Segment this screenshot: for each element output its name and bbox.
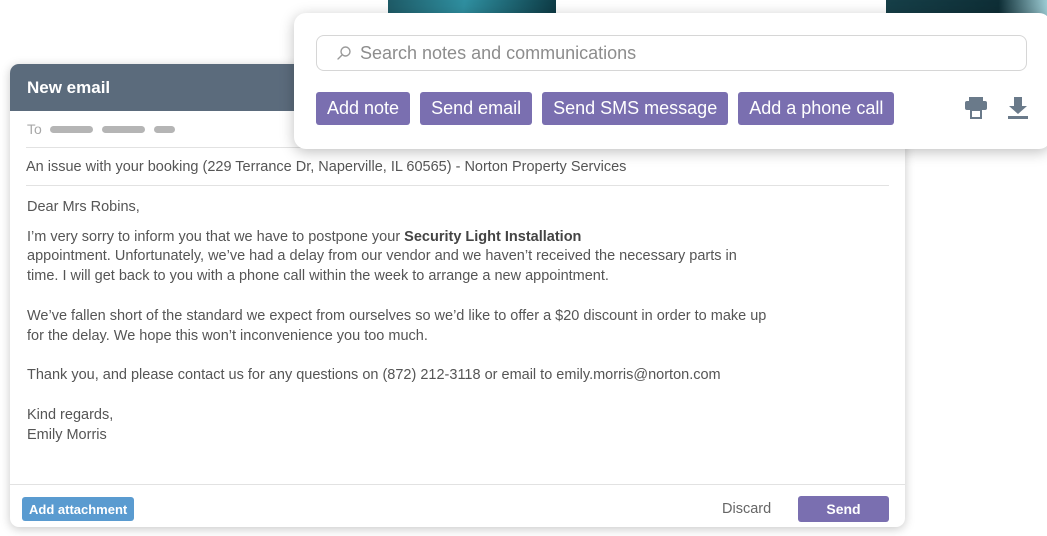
email-title: New email xyxy=(27,77,111,97)
paragraph-3: Thank you, and please contact us for any… xyxy=(27,367,721,384)
search-icon xyxy=(336,45,352,61)
action-buttons: Add note Send email Send SMS message Add… xyxy=(316,92,904,125)
paragraph-1: I’m very sorry to inform you that we hav… xyxy=(27,228,889,287)
print-icon[interactable] xyxy=(964,96,988,120)
greeting: Dear Mrs Robins, xyxy=(27,199,140,215)
send-email-button[interactable]: Send email xyxy=(420,92,533,125)
signature: Emily Morris xyxy=(27,426,107,443)
recipient-redacted xyxy=(101,125,145,133)
download-icon[interactable] xyxy=(1006,96,1030,120)
add-attachment-button[interactable]: Add attachment xyxy=(22,497,135,521)
paragraph-text: for the delay. We hope this won’t inconv… xyxy=(27,327,428,344)
add-note-button[interactable]: Add note xyxy=(316,92,411,125)
add-phone-call-button[interactable]: Add a phone call xyxy=(738,92,895,125)
paragraph-text: We’ve fallen short of the standard we ex… xyxy=(27,307,767,324)
communications-toolbar: Search notes and communications Add note… xyxy=(294,13,1047,149)
paragraph-text: I’m very sorry to inform you that we hav… xyxy=(27,228,405,245)
recipient-redacted xyxy=(153,125,175,133)
signoff: Kind regards, xyxy=(27,406,114,423)
service-name: Security Light Installation xyxy=(404,228,582,245)
discard-button[interactable]: Discard xyxy=(722,497,771,521)
subject-field[interactable]: An issue with your booking (229 Terrance… xyxy=(26,148,889,186)
recipient-redacted xyxy=(49,125,93,133)
email-body[interactable]: Dear Mrs Robins, I’m very sorry to infor… xyxy=(10,186,905,445)
search-input[interactable]: Search notes and communications xyxy=(316,35,1027,71)
paragraph-text: time. I will get back to you with a phon… xyxy=(27,268,609,285)
paragraph-2: We’ve fallen short of the standard we ex… xyxy=(27,307,889,346)
paragraph-text: appointment. Unfortunately, we’ve had a … xyxy=(27,248,737,265)
to-label: To xyxy=(27,121,42,137)
send-sms-button[interactable]: Send SMS message xyxy=(542,92,729,125)
send-button[interactable]: Send xyxy=(798,496,889,522)
search-placeholder: Search notes and communications xyxy=(360,42,637,63)
email-footer: Add attachment Discard Send xyxy=(10,484,905,527)
subject-text: An issue with your booking (229 Terrance… xyxy=(26,158,627,175)
